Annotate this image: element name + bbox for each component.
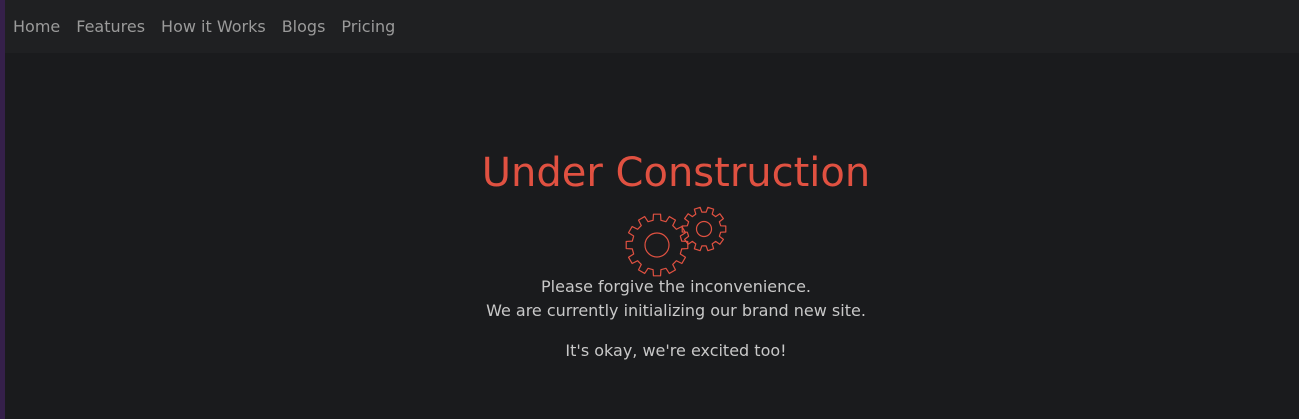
status-text: We are currently initializing our brand … bbox=[486, 301, 866, 320]
nav-pricing-link[interactable]: Pricing bbox=[341, 18, 395, 35]
page-title: Under Construction bbox=[481, 150, 871, 196]
page: Home Features How it Works Blogs Pricing… bbox=[0, 0, 1299, 419]
gears-icon bbox=[625, 206, 727, 277]
nav-features-link[interactable]: Features bbox=[76, 18, 145, 35]
nav-how-it-works-link[interactable]: How it Works bbox=[161, 18, 266, 35]
top-navbar: Home Features How it Works Blogs Pricing bbox=[5, 0, 1299, 53]
small-gear-icon bbox=[681, 206, 727, 252]
nav-blogs-link[interactable]: Blogs bbox=[282, 18, 326, 35]
apology-text: Please forgive the inconvenience. bbox=[541, 277, 811, 296]
large-gear-icon bbox=[625, 213, 689, 277]
excited-text: It's okay, we're excited too! bbox=[565, 341, 787, 360]
nav-home-link[interactable]: Home bbox=[13, 18, 60, 35]
main-content: Under Construction Please forgive the in… bbox=[0, 53, 1299, 419]
